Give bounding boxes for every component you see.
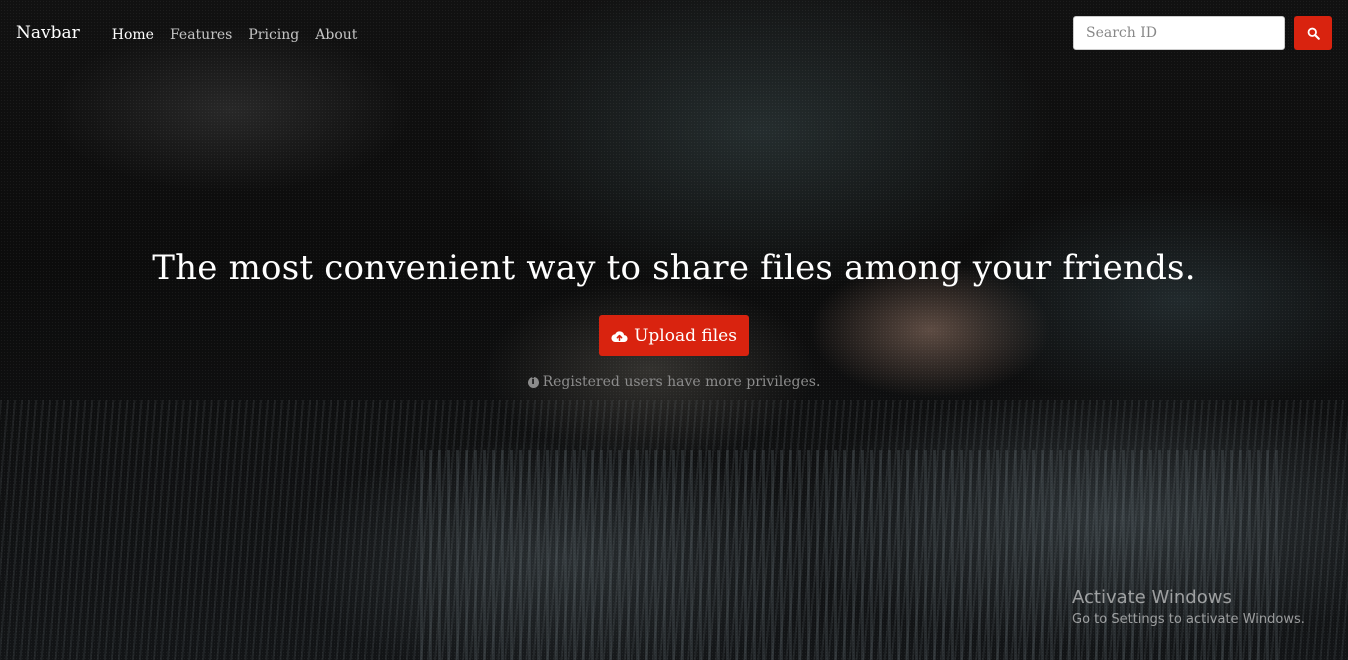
nav-link-about[interactable]: About — [307, 27, 365, 43]
upload-files-button[interactable]: Upload files — [599, 315, 749, 356]
windows-activation-watermark: Activate Windows Go to Settings to activ… — [1072, 587, 1305, 627]
nav-link-pricing[interactable]: Pricing — [240, 27, 307, 43]
navbar: Navbar Home Features Pricing About — [0, 0, 1348, 66]
watermark-subtitle: Go to Settings to activate Windows. — [1072, 612, 1305, 627]
info-icon: i — [527, 376, 539, 388]
search-button[interactable] — [1294, 16, 1332, 50]
nav-link-features[interactable]: Features — [162, 27, 240, 43]
search-icon — [1307, 27, 1320, 40]
hero-title: The most convenient way to share files a… — [152, 248, 1196, 288]
privileges-hint: i Registered users have more privileges. — [0, 374, 1348, 390]
cloud-upload-icon — [611, 330, 628, 342]
watermark-title: Activate Windows — [1072, 587, 1232, 608]
upload-files-label: Upload files — [634, 325, 737, 346]
search-form — [1073, 16, 1332, 50]
search-input[interactable] — [1073, 16, 1285, 50]
privileges-hint-text: Registered users have more privileges. — [542, 374, 821, 390]
record-stack-decoration — [420, 450, 1280, 660]
nav-link-home[interactable]: Home — [104, 27, 162, 43]
nav-links: Home Features Pricing About — [104, 24, 366, 43]
navbar-brand[interactable]: Navbar — [16, 23, 80, 43]
